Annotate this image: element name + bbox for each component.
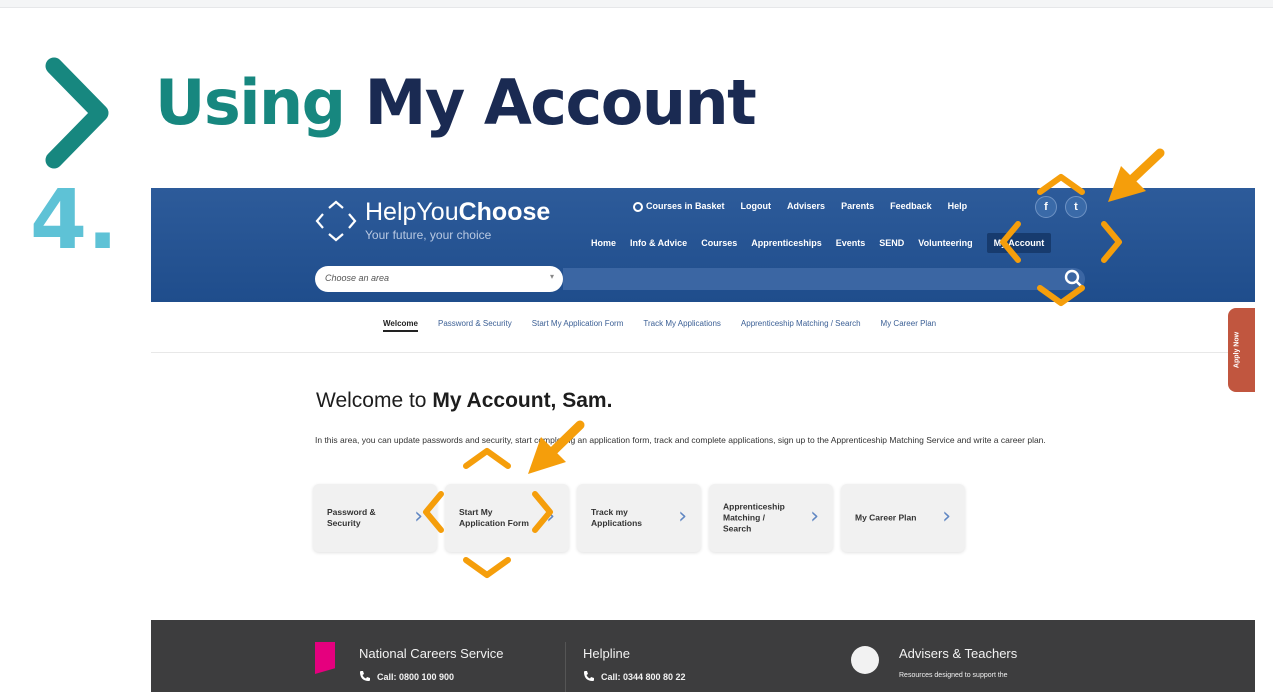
- welcome-prefix: Welcome to: [316, 389, 433, 412]
- footer-advisers-title: Advisers & Teachers: [899, 646, 1018, 661]
- nav-events[interactable]: Events: [836, 238, 866, 248]
- chevron-down-icon: ▾: [549, 272, 554, 281]
- card-label: Apprenticeship Matching / Search: [723, 501, 785, 534]
- footer-ncs-title: National Careers Service: [359, 646, 504, 661]
- tab-start-application-form[interactable]: Start My Application Form: [532, 319, 624, 332]
- apply-now-label: Apply Now: [1233, 331, 1241, 369]
- tab-track-applications[interactable]: Track My Applications: [643, 319, 721, 332]
- feedback-link[interactable]: Feedback: [890, 201, 932, 211]
- welcome-heading: Welcome to My Account, Sam.: [316, 389, 612, 413]
- search-input[interactable]: [563, 268, 1085, 290]
- site-tagline: Your future, your choice: [365, 228, 492, 242]
- courses-in-basket-label: Courses in Basket: [646, 201, 725, 211]
- title-using: Using: [155, 66, 346, 139]
- twitter-icon[interactable]: t: [1065, 196, 1087, 218]
- logo-diamond-icon: [315, 200, 357, 242]
- chevron-right-icon: ›: [942, 504, 951, 529]
- users-icon: [851, 646, 879, 674]
- tab-welcome[interactable]: Welcome: [383, 319, 418, 332]
- logo-choose: Choose: [458, 198, 551, 226]
- card-label: Start My Application Form: [459, 507, 529, 528]
- advisers-link[interactable]: Advisers: [787, 201, 825, 211]
- phone-icon: [584, 671, 594, 681]
- apply-now-tab[interactable]: Apply Now: [1228, 308, 1255, 392]
- footer-helpline-title: Helpline: [583, 646, 630, 661]
- title-my-account: My Account: [364, 66, 757, 139]
- chevron-right-icon: ›: [810, 504, 819, 529]
- footer-divider: [565, 642, 566, 692]
- nav-home[interactable]: Home: [591, 238, 616, 248]
- slide-title: Using My Account: [155, 72, 757, 134]
- nav-volunteering[interactable]: Volunteering: [918, 238, 972, 248]
- site-header: HelpYouChoose Your future, your choice C…: [151, 188, 1255, 302]
- tab-my-career-plan[interactable]: My Career Plan: [881, 319, 937, 332]
- card-password-security[interactable]: Password & Security ›: [313, 484, 437, 552]
- nav-info-advice[interactable]: Info & Advice: [630, 238, 687, 248]
- facebook-icon[interactable]: f: [1035, 196, 1057, 218]
- footer-helpline-phone[interactable]: Call: 0344 800 80 22: [601, 672, 686, 682]
- welcome-name: My Account, Sam.: [432, 389, 613, 412]
- footer-advisers-text: Resources designed to support the: [899, 672, 1008, 679]
- nav-my-account[interactable]: My Account: [986, 233, 1052, 253]
- search-icon[interactable]: [1061, 267, 1087, 291]
- card-my-career-plan[interactable]: My Career Plan ›: [841, 484, 965, 552]
- main-nav: Home Info & Advice Courses Apprenticeshi…: [591, 233, 1052, 253]
- footer-ncs-phone[interactable]: Call: 0800 100 900: [377, 672, 454, 682]
- chevron-right-icon: [45, 57, 109, 169]
- basket-icon: [633, 201, 643, 212]
- choose-area-placeholder: Choose an area: [325, 273, 390, 283]
- site-logo[interactable]: HelpYouChoose: [365, 198, 550, 227]
- card-track-applications[interactable]: Track my Applications ›: [577, 484, 701, 552]
- step-number: 4.: [30, 173, 119, 268]
- logout-link[interactable]: Logout: [741, 201, 772, 211]
- tab-apprenticeship-matching[interactable]: Apprenticeship Matching / Search: [741, 319, 861, 332]
- help-link[interactable]: Help: [948, 201, 968, 211]
- card-start-application-form[interactable]: Start My Application Form ›: [445, 484, 569, 552]
- intro-text: In this area, you can update passwords a…: [315, 435, 1046, 445]
- sub-nav-divider: [151, 352, 1255, 353]
- parents-link[interactable]: Parents: [841, 201, 874, 211]
- logo-help-you: HelpYou: [365, 198, 459, 226]
- card-label: My Career Plan: [855, 512, 917, 523]
- phone-icon: [360, 671, 370, 681]
- top-divider: [0, 0, 1273, 8]
- nav-apprenticeships[interactable]: Apprenticeships: [751, 238, 822, 248]
- chevron-right-icon: ›: [678, 504, 687, 529]
- courses-in-basket-link[interactable]: Courses in Basket: [633, 201, 725, 212]
- nav-send[interactable]: SEND: [879, 238, 904, 248]
- nav-courses[interactable]: Courses: [701, 238, 737, 248]
- choose-area-select[interactable]: Choose an area ▾: [315, 266, 563, 292]
- website-screenshot: HelpYouChoose Your future, your choice C…: [151, 188, 1255, 692]
- card-apprenticeship-matching[interactable]: Apprenticeship Matching / Search ›: [709, 484, 833, 552]
- site-footer: National Careers Service Call: 0800 100 …: [151, 620, 1255, 692]
- account-cards: Password & Security › Start My Applicati…: [313, 484, 965, 552]
- chevron-right-icon: ›: [414, 504, 423, 529]
- national-careers-logo: [315, 642, 335, 674]
- account-sub-nav: Welcome Password & Security Start My App…: [383, 319, 936, 332]
- chevron-right-icon: ›: [546, 504, 555, 529]
- card-label: Password & Security: [327, 507, 376, 528]
- tab-password-security[interactable]: Password & Security: [438, 319, 512, 332]
- card-label: Track my Applications: [591, 507, 643, 528]
- utility-nav: Courses in Basket Logout Advisers Parent…: [633, 201, 967, 212]
